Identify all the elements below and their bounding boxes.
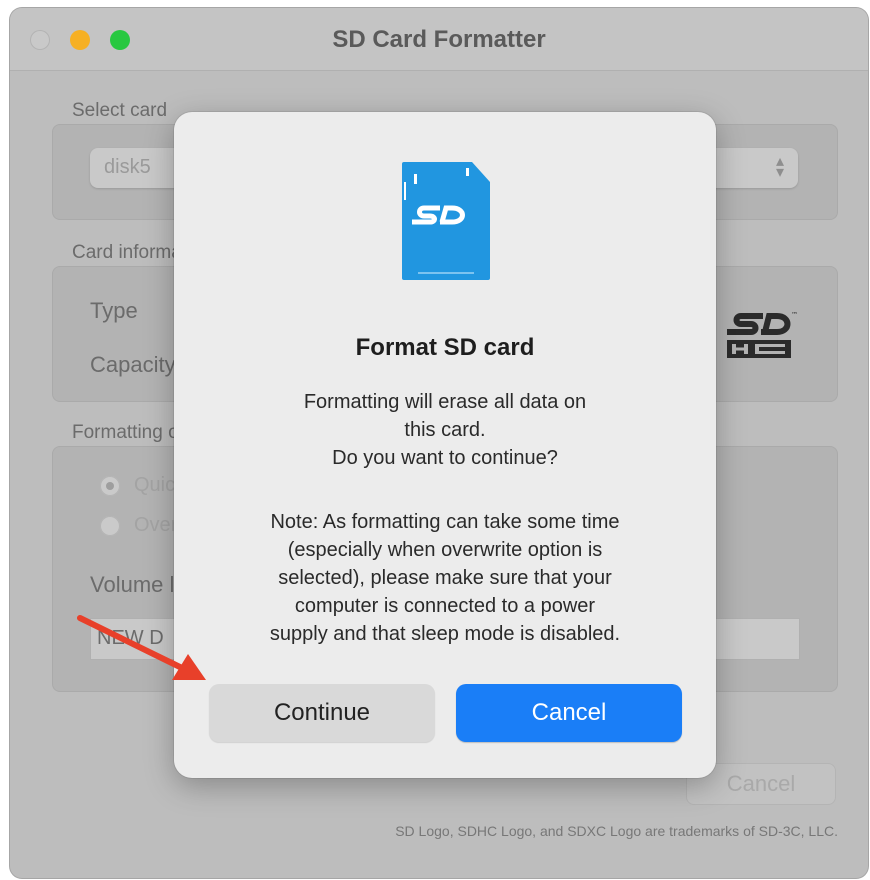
note-line: supply and that sleep mode is disabled.: [269, 623, 621, 645]
note-line: selected), please make sure that your: [278, 567, 612, 589]
cancel-button[interactable]: Cancel: [456, 684, 682, 742]
overwrite-format-radio[interactable]: [100, 516, 120, 536]
svg-text:™: ™: [791, 311, 797, 319]
format-confirm-dialog: Format SD card Formatting will erase all…: [174, 112, 716, 778]
card-select-value: disk5: [104, 156, 151, 178]
type-label: Type: [90, 298, 138, 323]
select-card-label: Select card: [72, 100, 168, 121]
annotation-arrow-icon: [77, 615, 206, 680]
title-bar: SD Card Formatter: [10, 8, 868, 71]
sd-card-icon: [402, 162, 490, 280]
trademark-footer: SD Logo, SDHC Logo, and SDXC Logo are tr…: [395, 823, 838, 839]
message-line: this card.: [404, 419, 486, 441]
window-title: SD Card Formatter: [332, 26, 546, 53]
capacity-label: Capacity: [90, 352, 176, 377]
dialog-message: Formatting will erase all data on this c…: [204, 388, 686, 472]
note-line: computer is connected to a power: [294, 595, 596, 617]
dialog-title: Format SD card: [355, 334, 535, 361]
note-line: (especially when overwrite option is: [287, 539, 603, 561]
chevron-up-down-icon: ▴ ▾: [775, 153, 784, 181]
note-line: Note: As formatting can take some time: [270, 511, 620, 533]
sdhc-logo: ™: [727, 311, 797, 358]
quick-format-radio[interactable]: [100, 476, 120, 496]
continue-button[interactable]: Continue: [209, 684, 435, 742]
message-line: Do you want to continue?: [332, 447, 558, 469]
dialog-note: Note: As formatting can take some time (…: [204, 508, 686, 648]
message-line: Formatting will erase all data on: [303, 391, 587, 413]
